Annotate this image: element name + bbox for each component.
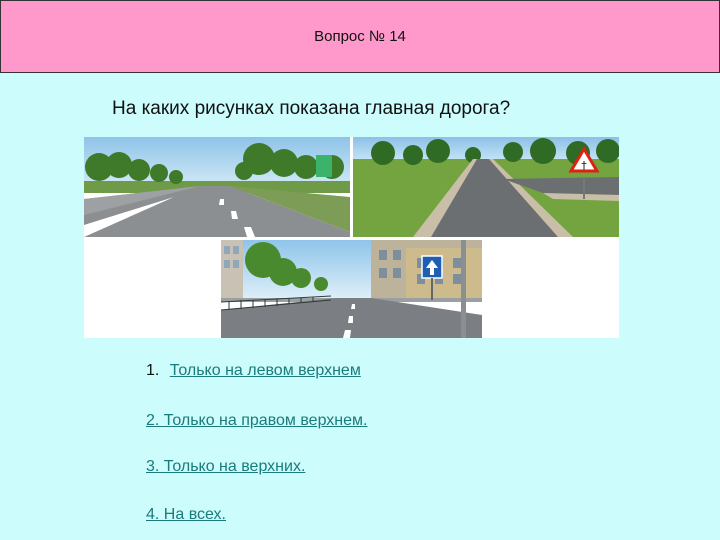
answer-option-4[interactable]: 4. На всех. [146, 506, 226, 524]
answer-link[interactable]: Только на левом верхнем [170, 362, 361, 379]
answer-link[interactable]: 3. Только на верхних. [146, 458, 305, 475]
question-number-title: Вопрос № 14 [314, 28, 406, 45]
road-image-top-left [84, 137, 350, 237]
svg-text:†: † [581, 159, 587, 172]
answer-number: 1. [146, 362, 160, 379]
road-images-figure: † [84, 137, 619, 338]
answer-link[interactable]: 2. Только на правом верхнем. [146, 412, 367, 429]
answer-link[interactable]: 4. На всех. [146, 506, 226, 523]
answer-option-3[interactable]: 3. Только на верхних. [146, 458, 305, 476]
slide-header: Вопрос № 14 [0, 0, 720, 73]
question-text: На каких рисунках показана главная дорог… [112, 98, 511, 119]
answer-option-1[interactable]: 1. Только на левом верхнем [146, 362, 361, 380]
road-image-bottom [221, 240, 482, 338]
answer-option-2[interactable]: 2. Только на правом верхнем. [146, 412, 367, 430]
road-image-top-right: † [353, 137, 619, 237]
